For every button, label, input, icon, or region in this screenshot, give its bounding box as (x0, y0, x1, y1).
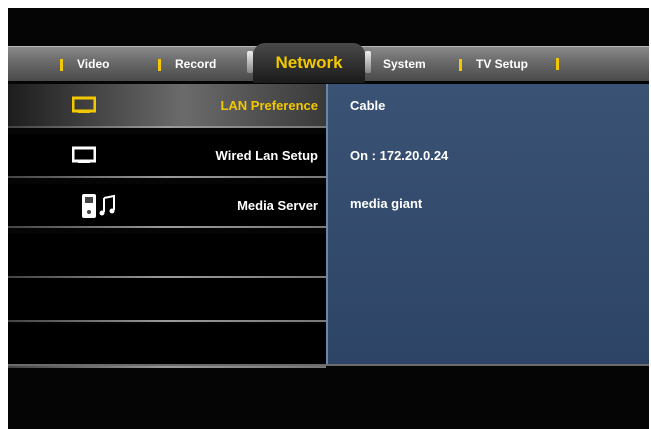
tab-label: TV Setup (476, 57, 529, 71)
divider (8, 366, 326, 368)
settings-menu: LAN Preference Wired Lan Setup Media Ser… (8, 84, 336, 368)
tab-label: Video (77, 57, 110, 71)
menu-item-empty (8, 324, 326, 368)
tab-bar: Video Record Network System TV Setup (8, 43, 649, 83)
menu-item-label: Media Server (237, 198, 318, 213)
value-panel: Cable On : 172.20.0.24 media giant (326, 84, 649, 364)
tv-screen: Video Record Network System TV Setup LAN… (8, 8, 649, 429)
tab-label: Network (275, 53, 343, 72)
tab-system[interactable]: System (383, 47, 426, 81)
menu-item-media-server[interactable]: Media Server (8, 184, 334, 228)
menu-item-lan-preference[interactable]: LAN Preference (8, 84, 336, 128)
tab-separator (556, 58, 559, 70)
divider (8, 320, 326, 322)
menu-item-label: LAN Preference (220, 98, 318, 113)
tab-label: Record (175, 57, 217, 71)
divider (8, 176, 326, 178)
menu-item-wired-lan-setup[interactable]: Wired Lan Setup (8, 134, 334, 178)
tab-separator (459, 58, 462, 71)
tab-network[interactable]: Network (247, 43, 371, 83)
media-server-icon (82, 194, 115, 218)
divider (8, 226, 326, 228)
tab-label: System (383, 57, 426, 71)
tab-separator (158, 58, 161, 71)
monitor-icon (72, 96, 96, 113)
menu-item-label: Wired Lan Setup (215, 148, 318, 163)
wired-lan-setup-value[interactable]: On : 172.20.0.24 (350, 134, 448, 178)
monitor-icon (72, 146, 96, 163)
menu-item-empty (8, 278, 326, 322)
menu-item-empty (8, 234, 326, 278)
tab-record[interactable]: Record (158, 47, 216, 81)
tab-video[interactable]: Video (60, 47, 109, 81)
divider (8, 364, 649, 366)
lan-preference-value[interactable]: Cable (350, 84, 385, 128)
tab-tv-setup[interactable]: TV Setup (459, 47, 528, 81)
media-server-value[interactable]: media giant (350, 182, 422, 226)
tab-separator (60, 58, 63, 71)
divider (8, 126, 326, 128)
